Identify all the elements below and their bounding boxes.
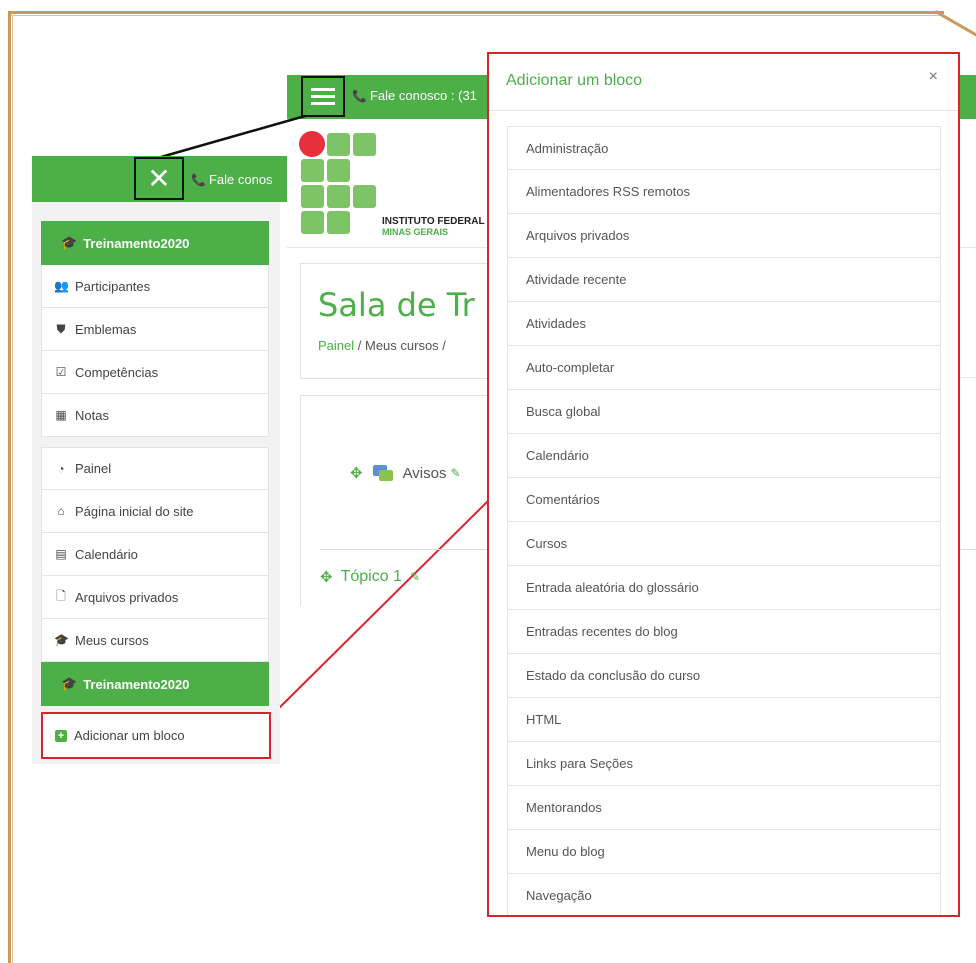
section-topic: ✥ Tópico 1 ✎ xyxy=(320,568,420,586)
users-icon: 👥 xyxy=(54,279,69,293)
breadcrumb-separator: / xyxy=(438,338,446,353)
checkbox-icon: ☑ xyxy=(55,365,67,379)
logo-text-line1: INSTITUTO FEDERAL xyxy=(382,216,485,227)
institution-logo[interactable]: INSTITUTO FEDERAL MINAS GERAIS xyxy=(299,131,489,241)
site-nav-section: ◔ Painel ⌂ Página inicial do site ▤ Calendá… xyxy=(41,447,269,706)
close-icon[interactable]: × xyxy=(929,68,938,86)
block-option[interactable]: Alimentadores RSS remotos xyxy=(507,170,941,214)
phone-icon: 📞 xyxy=(191,173,206,187)
shield-icon: ⛊ xyxy=(56,321,66,336)
add-block-label: Adicionar um bloco xyxy=(74,728,185,743)
block-option[interactable]: Administração xyxy=(507,126,941,170)
divider xyxy=(287,247,492,248)
nav-item-arquivos-privados[interactable]: 🗋 Arquivos privados xyxy=(41,576,269,619)
block-option[interactable]: Busca global xyxy=(507,390,941,434)
avisos-link[interactable]: Avisos xyxy=(403,465,447,482)
add-block-button[interactable]: + Adicionar um bloco xyxy=(41,712,271,759)
hamburger-icon xyxy=(311,87,335,106)
graduation-cap-icon: 🎓 xyxy=(61,676,78,691)
frame-border-corner xyxy=(934,10,976,43)
modal-title: Adicionar um bloco xyxy=(506,72,643,89)
table-icon: ▦ xyxy=(55,408,67,422)
plus-square-icon: + xyxy=(55,729,67,742)
section-title[interactable]: Tópico 1 xyxy=(341,568,402,586)
frame-border-left xyxy=(8,11,11,963)
logo-red-dot xyxy=(299,131,325,157)
page-title: Sala de Tr xyxy=(318,286,475,324)
nav-item-competencias[interactable]: ☑ Competências xyxy=(41,351,269,394)
block-option[interactable]: Entrada aleatória do glossário xyxy=(507,566,941,610)
contact-info[interactable]: 📞 Fale conos xyxy=(191,172,287,187)
logo-text-line2: MINAS GERAIS xyxy=(382,227,449,237)
block-option[interactable]: Atividade recente xyxy=(507,258,941,302)
add-block-modal: Adicionar um bloco × Administração Alime… xyxy=(487,52,960,917)
nav-course-heading[interactable]: 🎓 Treinamento2020 xyxy=(41,221,269,265)
move-icon[interactable]: ✥ xyxy=(320,568,333,586)
modal-header: Adicionar um bloco × xyxy=(489,54,958,111)
nav-item-pagina-inicial[interactable]: ⌂ Página inicial do site xyxy=(41,490,269,533)
block-option[interactable]: Comentários xyxy=(507,478,941,522)
block-list: Administração Alimentadores RSS remotos … xyxy=(507,126,941,915)
breadcrumb-separator: / xyxy=(354,338,365,353)
block-option[interactable]: Cursos xyxy=(507,522,941,566)
close-drawer-button[interactable]: ✕ xyxy=(134,157,184,200)
block-option[interactable]: Atividades xyxy=(507,302,941,346)
nav-item-meus-cursos[interactable]: 🎓 Meus cursos xyxy=(41,619,269,662)
edit-pencil-icon[interactable]: ✎ xyxy=(451,466,461,480)
course-nav-section: 🎓 Treinamento2020 👥 Participantes ⛊ Emblema… xyxy=(41,221,269,437)
calendar-icon: ▤ xyxy=(55,547,67,561)
breadcrumb: Painel / Meus cursos / xyxy=(318,338,446,353)
file-icon: 🗋 xyxy=(56,588,66,603)
nav-item-emblemas[interactable]: ⛊ Emblemas xyxy=(41,308,269,351)
nav-course-heading-2[interactable]: 🎓 Treinamento2020 xyxy=(41,662,269,706)
frame-border-top xyxy=(8,11,944,14)
graduation-cap-icon: 🎓 xyxy=(54,633,69,647)
hamburger-menu-button[interactable] xyxy=(301,76,345,117)
nav-item-painel[interactable]: ◔ Painel xyxy=(41,447,269,490)
block-option[interactable]: Mentorandos xyxy=(507,786,941,830)
nav-item-participantes[interactable]: 👥 Participantes xyxy=(41,265,269,308)
block-option[interactable]: Entradas recentes do blog xyxy=(507,610,941,654)
nav-item-notas[interactable]: ▦ Notas xyxy=(41,394,269,437)
graduation-cap-icon: 🎓 xyxy=(61,235,78,250)
block-option[interactable]: Links para Seções xyxy=(507,742,941,786)
activity-avisos: ✥ Avisos ✎ xyxy=(350,464,461,483)
block-option[interactable]: Calendário xyxy=(507,434,941,478)
phone-icon: 📞 xyxy=(352,89,367,103)
edit-pencil-icon[interactable]: ✎ xyxy=(410,570,420,584)
block-option[interactable]: Navegação xyxy=(507,874,941,915)
block-option[interactable]: Estado da conclusão do curso xyxy=(507,654,941,698)
home-icon: ⌂ xyxy=(57,504,65,518)
move-icon[interactable]: ✥ xyxy=(350,464,363,482)
contact-info[interactable]: 📞 Fale conosco : (31 xyxy=(352,88,477,103)
divider xyxy=(320,549,490,550)
nav-item-calendario[interactable]: ▤ Calendário xyxy=(41,533,269,576)
breadcrumb-courses-link[interactable]: Meus cursos xyxy=(365,338,439,353)
block-option[interactable]: Auto-completar xyxy=(507,346,941,390)
contact-label: Fale conos xyxy=(208,172,273,187)
frame-border-top-inner xyxy=(8,15,944,16)
contact-label: Fale conosco : (31 xyxy=(369,88,477,103)
frame-border-left-inner xyxy=(12,15,13,963)
forum-icon xyxy=(372,465,393,481)
close-icon: ✕ xyxy=(147,163,171,194)
dashboard-icon: ◔ xyxy=(57,461,65,476)
block-option[interactable]: Arquivos privados xyxy=(507,214,941,258)
block-option[interactable]: Menu do blog xyxy=(507,830,941,874)
breadcrumb-home-link[interactable]: Painel xyxy=(318,338,354,353)
block-option[interactable]: HTML xyxy=(507,698,941,742)
